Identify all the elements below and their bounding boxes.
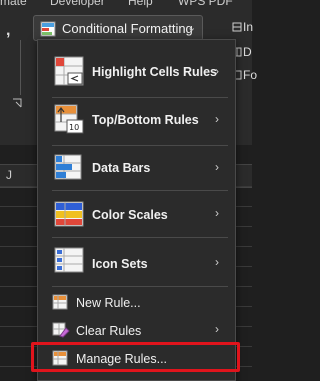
chevron-right-icon: › xyxy=(215,322,219,336)
menu-item-color-scales[interactable]: Color Scales › xyxy=(38,193,235,233)
manage-rules-highlight-box xyxy=(31,342,240,372)
menu-item-top-bottom-rules[interactable]: 10 Top/Bottom Rules › xyxy=(38,100,235,140)
ribbon-format-label[interactable]: Fo xyxy=(243,68,257,82)
comma-style-icon[interactable]: , xyxy=(6,22,10,40)
chevron-right-icon: › xyxy=(215,206,219,220)
menu-item-new-rule[interactable]: New Rule... xyxy=(38,290,235,314)
menu-divider xyxy=(52,145,228,146)
conditional-formatting-icon xyxy=(40,21,56,37)
menu-tab-help[interactable]: Help xyxy=(128,0,153,8)
menu-tab-developer[interactable]: Developer xyxy=(50,0,105,8)
color-scales-icon xyxy=(54,201,84,227)
menu-tab-formulas[interactable]: mate xyxy=(0,0,27,8)
dialog-launcher-icon[interactable] xyxy=(12,95,22,108)
chevron-right-icon: › xyxy=(215,255,219,269)
conditional-formatting-menu: Highlight Cells Rules › 10 Top/Bottom Ru… xyxy=(37,39,236,381)
menu-item-label: Data Bars xyxy=(92,161,151,175)
menu-divider xyxy=(52,97,228,98)
menu-item-highlight-cells-rules[interactable]: Highlight Cells Rules › xyxy=(38,52,235,92)
chevron-right-icon: › xyxy=(215,112,219,126)
conditional-formatting-button[interactable]: Conditional Formatting ⌄ xyxy=(33,15,203,41)
menu-item-label: Highlight Cells Rules xyxy=(92,65,218,79)
highlight-cells-icon xyxy=(54,56,84,86)
menu-tab-wps-pdf[interactable]: WPS PDF xyxy=(178,0,233,8)
conditional-formatting-label: Conditional Formatting xyxy=(62,21,193,36)
chevron-right-icon: › xyxy=(215,64,219,78)
menu-item-label: Top/Bottom Rules xyxy=(92,113,199,127)
chevron-down-icon: ⌄ xyxy=(187,22,197,34)
menu-item-label: Icon Sets xyxy=(92,257,148,271)
icon-sets-icon xyxy=(54,247,84,273)
menu-item-label: New Rule... xyxy=(76,296,141,310)
menu-divider xyxy=(52,286,228,287)
data-bars-icon xyxy=(54,154,82,180)
menu-item-label: Clear Rules xyxy=(76,324,142,338)
clear-rules-icon xyxy=(52,322,70,338)
menu-divider xyxy=(52,190,228,191)
top-bottom-icon: 10 xyxy=(54,104,84,134)
chevron-right-icon: › xyxy=(215,160,219,174)
new-rule-icon xyxy=(52,294,68,310)
svg-text:10: 10 xyxy=(69,123,79,132)
menu-item-icon-sets[interactable]: Icon Sets › xyxy=(38,240,235,280)
menu-divider xyxy=(52,237,228,238)
ribbon-divider xyxy=(20,40,21,95)
insert-icon xyxy=(232,22,242,32)
menu-item-label: Color Scales xyxy=(92,208,168,222)
column-label-j[interactable]: J xyxy=(6,168,12,182)
ribbon-delete-label[interactable]: D xyxy=(243,45,252,59)
ribbon-insert-label[interactable]: In xyxy=(243,20,253,34)
menubar: mate Developer Help WPS PDF xyxy=(0,0,252,8)
menu-item-data-bars[interactable]: Data Bars › xyxy=(38,148,235,188)
menu-item-clear-rules[interactable]: Clear Rules › xyxy=(38,318,235,342)
